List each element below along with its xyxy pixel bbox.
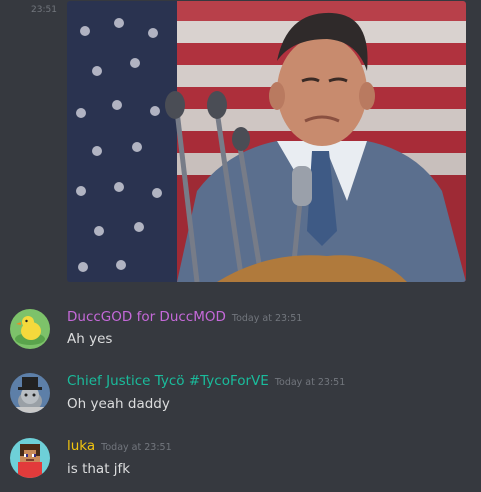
duck-avatar[interactable]	[10, 309, 50, 349]
message-username: DuccGOD for DuccMOD Today at 23:51	[67, 309, 302, 325]
message-username: luka Today at 23:51	[67, 438, 172, 454]
flag-podium-photo	[67, 1, 466, 282]
message-content: Ah yes	[67, 331, 113, 347]
top-hat-cat-avatar[interactable]	[10, 373, 50, 413]
username-text[interactable]: DuccGOD for DuccMOD	[67, 309, 226, 325]
image-attachment[interactable]	[67, 1, 466, 282]
message-time: Today at 23:51	[231, 313, 303, 324]
message-content: is that jfk	[67, 461, 131, 477]
message-time: Today at 23:51	[274, 377, 346, 388]
message: luka Today at 23:51 is that jfk	[0, 432, 481, 484]
message-content: Oh yeah daddy	[67, 396, 170, 412]
username-text[interactable]: luka	[67, 438, 95, 454]
message-time: Today at 23:51	[101, 442, 172, 453]
message: Chief Justice Tycö #TycoForVE Today at 23…	[0, 367, 481, 419]
message: DuccGOD for DuccMOD Today at 23:51 Ah yes	[0, 302, 481, 354]
message-timestamp: 23:51	[31, 5, 57, 15]
pixel-character-avatar[interactable]	[10, 438, 50, 478]
username-text[interactable]: Chief Justice Tycö #TycoForVE	[67, 373, 269, 389]
message-username: Chief Justice Tycö #TycoForVE Today at 23…	[67, 373, 345, 389]
